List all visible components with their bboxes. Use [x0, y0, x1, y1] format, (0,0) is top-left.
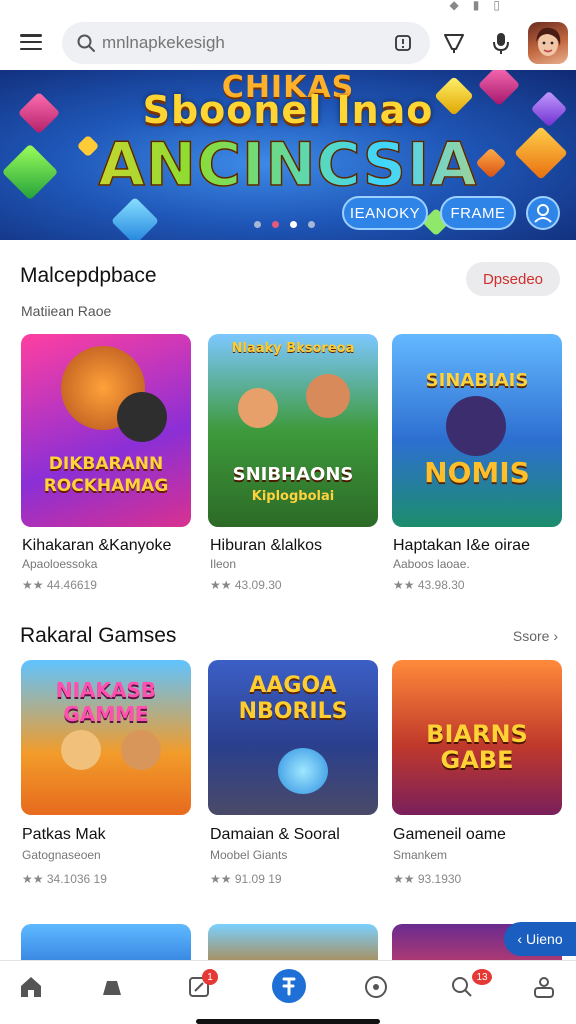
- carousel-dot[interactable]: [272, 221, 279, 228]
- game-art-title: AAGOA: [249, 673, 337, 698]
- game-card[interactable]: BIARNS GABE: [392, 660, 562, 815]
- game-name[interactable]: Kihakaran &Kanyoke: [22, 537, 171, 555]
- banner-play-button[interactable]: FRAME: [440, 196, 516, 230]
- user-icon: [534, 204, 552, 223]
- filter-icon[interactable]: [441, 30, 467, 56]
- game-art: [121, 730, 161, 770]
- see-more-link[interactable]: Ssore ›: [513, 628, 558, 644]
- store-icon: [282, 977, 296, 996]
- game-art: [61, 730, 101, 770]
- carousel-dot-active[interactable]: [290, 221, 297, 228]
- banner-title-main: ANCINCSIA: [0, 129, 576, 201]
- notification-badge: 13: [472, 969, 492, 985]
- game-art-title: BIARNS: [426, 720, 528, 748]
- game-art: [117, 392, 167, 442]
- floating-button-label: Uieno: [526, 931, 563, 947]
- gem-decoration: [110, 196, 160, 240]
- game-name[interactable]: Hiburan &lalkos: [210, 537, 322, 555]
- game-art: [278, 748, 328, 794]
- game-rating: ★★ 43.98.30: [393, 578, 465, 592]
- game-rating: ★★ 43.09.30: [210, 578, 282, 592]
- games-icon[interactable]: [98, 973, 126, 1001]
- status-bar: ◆ ▮ ▯: [0, 0, 576, 16]
- game-name[interactable]: Gameneil oame: [393, 826, 506, 844]
- game-art-title: NBORILS: [238, 699, 348, 724]
- signal-icon: ▮: [472, 0, 480, 12]
- battery-icon: ▯: [493, 0, 500, 12]
- chevron-left-icon: ‹: [517, 931, 523, 947]
- game-rating: ★★ 34.1036 19: [22, 872, 107, 886]
- game-developer: Aaboos laoae.: [393, 557, 470, 571]
- section-filter-chip[interactable]: Dpsedeo: [466, 262, 560, 296]
- featured-banner[interactable]: CHIKAS Sboonel Inao ANCINCSIA IEANOKY FR…: [0, 70, 576, 240]
- game-art-title: SNIBHAONS: [232, 464, 354, 485]
- bottom-navigation: 1 13: [0, 960, 576, 1024]
- profile-icon[interactable]: [530, 973, 558, 1001]
- game-developer: Gatognaseoen: [22, 848, 101, 862]
- game-rating: ★★ 44.46619: [22, 578, 97, 592]
- banner-profile-button[interactable]: [526, 196, 560, 230]
- wifi-icon: ◆: [449, 0, 459, 12]
- status-icons: ◆ ▮ ▯: [450, 0, 500, 12]
- game-art-title: NOMIS: [424, 456, 530, 489]
- game-name[interactable]: Haptakan I&e oirae: [393, 537, 530, 555]
- game-name[interactable]: Patkas Mak: [22, 826, 106, 844]
- carousel-dots[interactable]: [254, 221, 315, 228]
- carousel-dot[interactable]: [254, 221, 261, 228]
- floating-button[interactable]: ‹ Uieno: [504, 922, 576, 956]
- game-card[interactable]: Nlaaky Bksoreoa SNIBHAONS Kiplogbolai: [208, 334, 378, 527]
- banner-title: Sboonel Inao: [142, 88, 434, 132]
- carousel-dot[interactable]: [308, 221, 315, 228]
- menu-button[interactable]: [18, 30, 44, 54]
- section-subtitle: Matiiean Raoe: [21, 303, 112, 319]
- compass-icon[interactable]: [362, 973, 390, 1001]
- game-art-title: SINABIAIS: [425, 370, 529, 391]
- microphone-icon[interactable]: [488, 30, 514, 56]
- game-art-title: GABE: [440, 746, 514, 774]
- game-art: [238, 388, 278, 428]
- search-input[interactable]: [102, 22, 382, 64]
- section-title: Rakaral Gamses: [20, 624, 177, 647]
- nav-center-button[interactable]: [272, 969, 306, 1003]
- game-developer: Smankem: [393, 848, 448, 862]
- game-card[interactable]: SINABIAIS NOMIS: [392, 334, 562, 527]
- clipboard-icon[interactable]: [394, 34, 412, 52]
- notification-badge: 1: [202, 969, 218, 985]
- game-card[interactable]: NIAKASB GAMME: [21, 660, 191, 815]
- game-name[interactable]: Damaian & Sooral: [210, 826, 340, 844]
- banner-left-button[interactable]: IEANOKY: [342, 196, 428, 230]
- game-card[interactable]: DIKBARANN ROCKHAMAG: [21, 334, 191, 527]
- top-bar: [0, 16, 576, 70]
- game-art: [306, 374, 350, 418]
- search-icon: [77, 34, 95, 52]
- game-card[interactable]: AAGOA NBORILS: [208, 660, 378, 815]
- game-art-title: GAMME: [63, 702, 149, 726]
- game-art-subtitle: Kiplogbolai: [251, 489, 335, 504]
- menu-icon: [20, 34, 42, 37]
- game-developer: Apaoloessoka: [22, 557, 98, 571]
- game-art: [446, 396, 506, 456]
- game-art-title: Nlaaky Bksoreoa: [231, 341, 355, 356]
- user-avatar[interactable]: [528, 22, 568, 64]
- game-developer: Ileon: [210, 557, 237, 571]
- game-art-title: ROCKHAMAG: [43, 476, 169, 496]
- game-developer: Moobel Giants: [210, 848, 288, 862]
- game-rating: ★★ 91.09 19: [210, 872, 282, 886]
- game-art-title: NIAKASB: [55, 678, 157, 702]
- search-bar[interactable]: [62, 22, 430, 64]
- home-indicator: [196, 1019, 380, 1024]
- home-icon[interactable]: [17, 973, 45, 1001]
- game-art-title: DIKBARANN: [48, 454, 164, 474]
- game-rating: ★★ 93.1930: [393, 872, 462, 886]
- section-title: Malcepdpbace: [20, 264, 157, 287]
